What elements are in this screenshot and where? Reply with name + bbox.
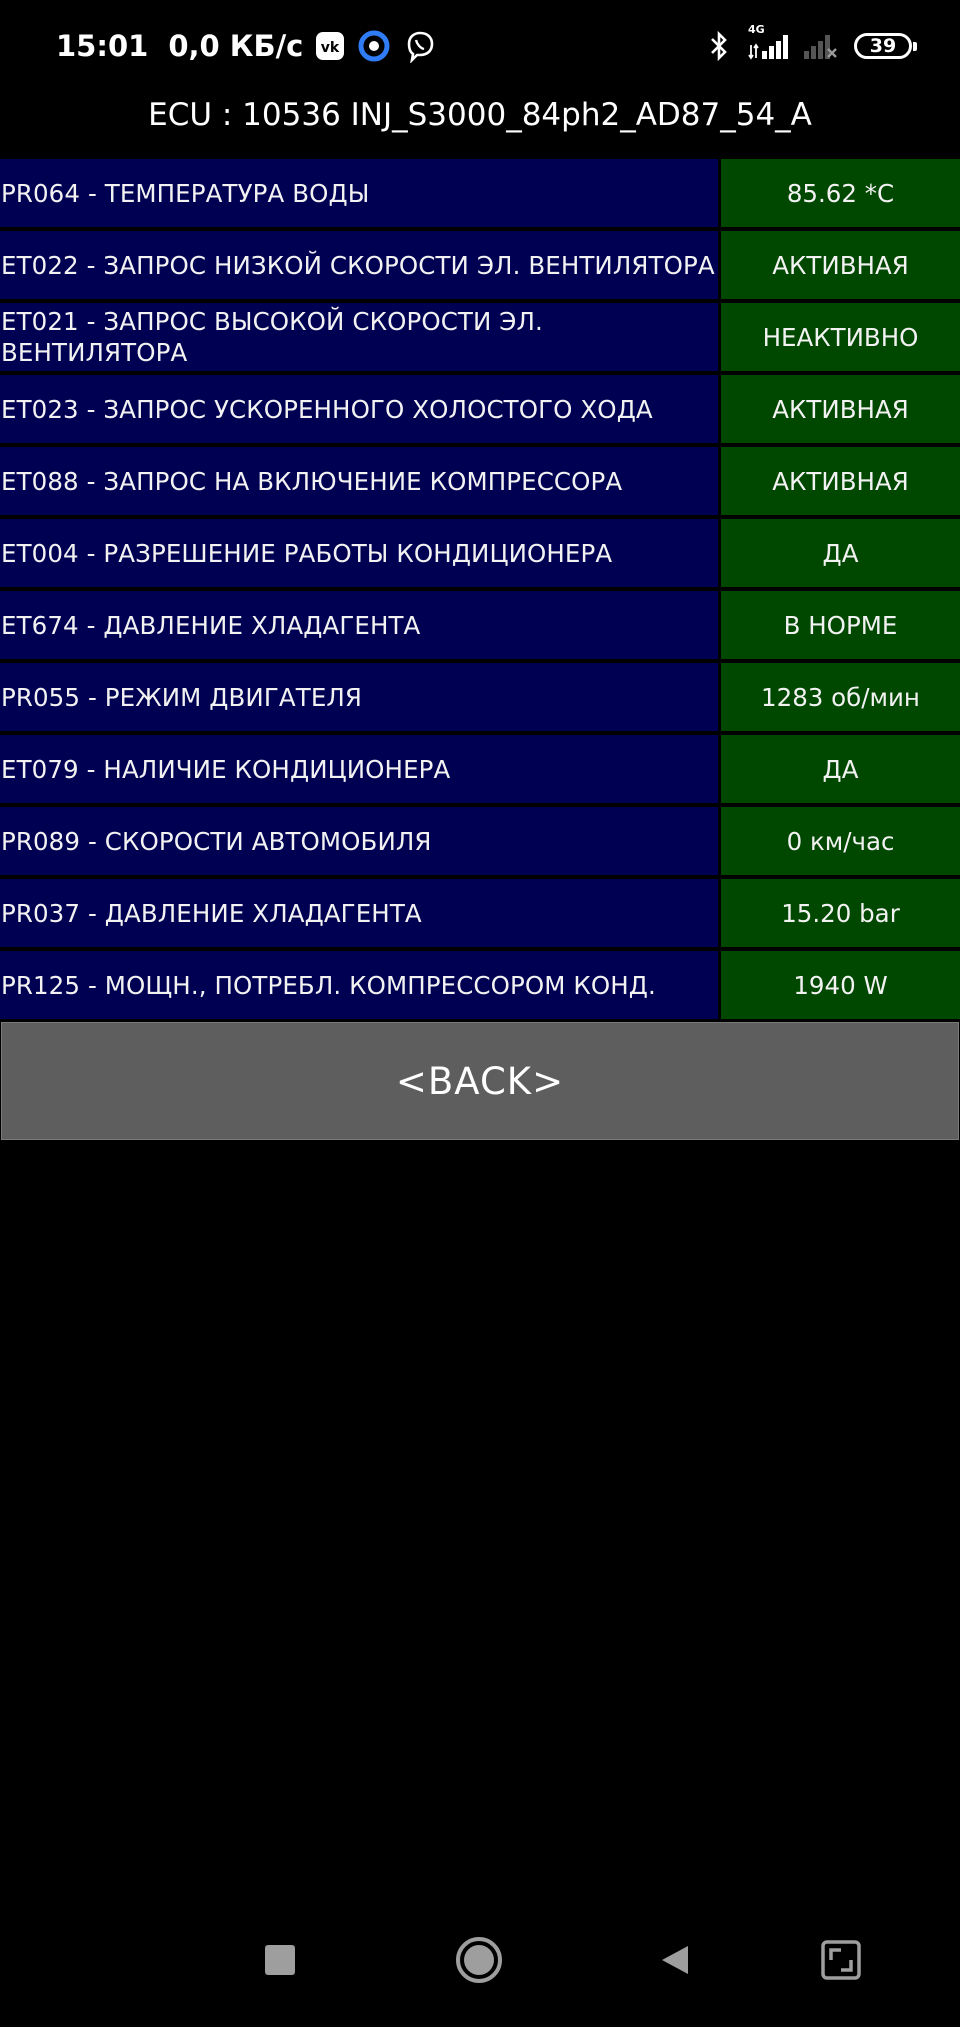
status-bar: 15:01 0,0 КБ/с vk 4G 39 [0,0,960,92]
parameter-label: ET021 - ЗАПРОС ВЫСОКОЙ СКОРОСТИ ЭЛ. ВЕНТ… [0,303,718,371]
parameter-row[interactable]: ET023 - ЗАПРОС УСКОРЕННОГО ХОЛОСТОГО ХОД… [0,375,960,443]
status-net-speed: 0,0 КБ/с [168,29,304,63]
parameter-label: ET022 - ЗАПРОС НИЗКОЙ СКОРОСТИ ЭЛ. ВЕНТИ… [0,231,718,299]
parameter-value: 0 км/час [721,807,960,875]
parameter-label: PR064 - ТЕМПЕРАТУРА ВОДЫ [0,159,718,227]
parameter-label: ET674 - ДАВЛЕНИЕ ХЛАДАГЕНТА [0,591,718,659]
parameter-list: PR064 - ТЕМПЕРАТУРА ВОДЫ 85.62 *C ET022 - … [0,159,960,1023]
vk-icon: vk [315,31,345,61]
fullscreen-icon[interactable] [811,1930,871,1990]
parameter-value: ДА [721,519,960,587]
parameter-label: PR037 - ДАВЛЕНИЕ ХЛАДАГЕНТА [0,879,718,947]
parameter-label: ET004 - РАЗРЕШЕНИЕ РАБОТЫ КОНДИЦИОНЕРА [0,519,718,587]
parameter-label: PR055 - РЕЖИМ ДВИГАТЕЛЯ [0,663,718,731]
parameter-row[interactable]: ET022 - ЗАПРОС НИЗКОЙ СКОРОСТИ ЭЛ. ВЕНТИ… [0,231,960,299]
parameter-label: PR089 - СКОРОСТИ АВТОМОБИЛЯ [0,807,718,875]
signal-no-service-icon [802,31,838,61]
status-bar-right: 4G 39 [696,23,917,66]
parameter-row[interactable]: ET021 - ЗАПРОС ВЫСОКОЙ СКОРОСТИ ЭЛ. ВЕНТ… [0,303,960,371]
parameter-value: АКТИВНАЯ [721,447,960,515]
parameter-row[interactable]: ET674 - ДАВЛЕНИЕ ХЛАДАГЕНТА В НОРМЕ [0,591,960,659]
parameter-value: ДА [721,735,960,803]
status-time: 15:01 [56,29,149,63]
parameter-row[interactable]: ET079 - НАЛИЧИЕ КОНДИЦИОНЕРА ДА [0,735,960,803]
parameter-label: ET088 - ЗАПРОС НА ВКЛЮЧЕНИЕ КОМПРЕССОРА [0,447,718,515]
parameter-row[interactable]: PR064 - ТЕМПЕРАТУРА ВОДЫ 85.62 *C [0,159,960,227]
parameter-row[interactable]: PR125 - МОЩН., ПОТРЕБЛ. КОМПРЕССОРОМ КОН… [0,951,960,1019]
home-circle-icon[interactable] [449,1930,509,1990]
network-label: 4G [748,23,765,36]
viber-icon [403,29,437,63]
status-bar-left: 15:01 0,0 КБ/с vk [56,26,437,66]
svg-text:vk: vk [321,40,340,56]
parameter-row[interactable]: PR055 - РЕЖИМ ДВИГАТЕЛЯ 1283 об/мин [0,663,960,731]
parameter-value: АКТИВНАЯ [721,375,960,443]
parameter-value: 1283 об/мин [721,663,960,731]
back-triangle-icon[interactable] [645,1930,705,1990]
parameter-label: ET079 - НАЛИЧИЕ КОНДИЦИОНЕРА [0,735,718,803]
parameter-row[interactable]: PR037 - ДАВЛЕНИЕ ХЛАДАГЕНТА 15.20 bar [0,879,960,947]
parameter-value: 15.20 bar [721,879,960,947]
parameter-row[interactable]: ET004 - РАЗРЕШЕНИЕ РАБОТЫ КОНДИЦИОНЕРА ДА [0,519,960,587]
parameter-label: PR125 - МОЩН., ПОТРЕБЛ. КОМПРЕССОРОМ КОН… [0,951,718,1019]
bluetooth-icon [708,30,730,62]
parameter-value: АКТИВНАЯ [721,231,960,299]
parameter-value: 1940 W [721,951,960,1019]
battery-icon: 39 [854,33,917,59]
parameter-label: ET023 - ЗАПРОС УСКОРЕННОГО ХОЛОСТОГО ХОД… [0,375,718,443]
parameter-value: НЕАКТИВНО [721,303,960,371]
navigation-bar [0,1930,960,1990]
parameter-row[interactable]: ET088 - ЗАПРОС НА ВКЛЮЧЕНИЕ КОМПРЕССОРА А… [0,447,960,515]
parameter-value: 85.62 *C [721,159,960,227]
assistant-icon [357,29,391,63]
back-button[interactable]: <BACK> [1,1022,959,1140]
parameter-value: В НОРМЕ [721,591,960,659]
recents-square-icon[interactable] [250,1930,310,1990]
parameter-row[interactable]: PR089 - СКОРОСТИ АВТОМОБИЛЯ 0 км/час [0,807,960,875]
ecu-title: ECU : 10536 INJ_S3000_84ph2_AD87_54_A [148,97,812,133]
signal-4g-icon: 4G [748,23,794,61]
